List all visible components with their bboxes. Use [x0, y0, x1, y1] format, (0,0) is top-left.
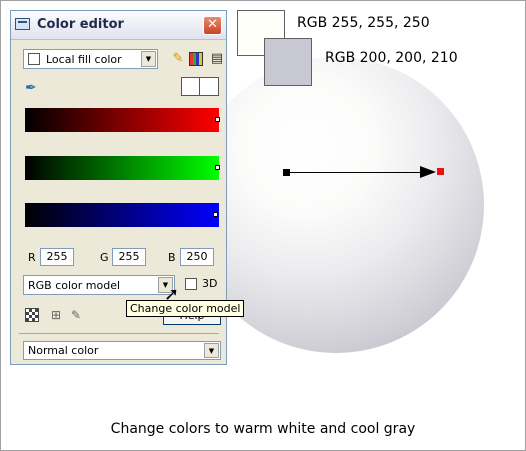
checker-icon[interactable]	[25, 308, 39, 322]
caption: Change colors to warm white and cool gra…	[110, 421, 416, 437]
blue-slider[interactable]	[25, 203, 219, 227]
fill-vector-line[interactable]	[287, 172, 422, 173]
chevron-down-icon[interactable]: ▼	[204, 343, 219, 358]
fill-end-handle[interactable]	[437, 168, 444, 175]
color-grid-icon[interactable]	[189, 52, 203, 66]
cool-gray-swatch	[264, 38, 312, 86]
fill-type-value: Local fill color	[46, 53, 122, 66]
b-input[interactable]: 250	[180, 248, 214, 266]
tooltip: Change color model	[126, 300, 245, 317]
color-editor-window: Color editor ✕ Local fill color ▼ ✎ ▤ ✒ …	[10, 10, 245, 365]
tag-icon[interactable]: ✎	[169, 50, 187, 68]
fill-start-handle[interactable]	[283, 169, 290, 176]
r-input[interactable]: 255	[40, 248, 74, 266]
b-label: B	[168, 251, 176, 264]
g-label: G	[100, 251, 109, 264]
close-button[interactable]: ✕	[203, 16, 222, 35]
panel-icon[interactable]: ▤	[208, 50, 226, 68]
add-color-icon[interactable]: ⊞	[49, 308, 63, 322]
green-slider-thumb[interactable]	[215, 165, 220, 170]
mouse-cursor-icon: ➚	[164, 284, 180, 305]
window-title: Color editor	[37, 17, 124, 32]
color-model-dropdown[interactable]: RGB color model ▼	[23, 275, 175, 295]
red-slider[interactable]	[25, 108, 220, 132]
color-type-dropdown[interactable]: Normal color ▼	[23, 341, 221, 360]
blue-slider-thumb[interactable]	[213, 212, 218, 217]
color-model-value: RGB color model	[28, 279, 121, 292]
3d-label: 3D	[202, 277, 218, 290]
3d-checkbox[interactable]	[185, 278, 197, 290]
fill-type-dropdown[interactable]: Local fill color ▼	[23, 49, 158, 69]
divider	[19, 333, 219, 334]
color-link-icon[interactable]: ✎	[69, 308, 83, 322]
fill-color-preview	[28, 53, 40, 65]
r-label: R	[28, 251, 36, 264]
cool-gray-label: RGB 200, 200, 210	[325, 50, 458, 66]
eyedropper-icon[interactable]: ✒	[25, 79, 43, 97]
warm-white-label: RGB 255, 255, 250	[297, 15, 430, 31]
color-compare-swatch	[181, 77, 219, 96]
window-icon	[15, 18, 30, 30]
green-slider[interactable]	[25, 156, 220, 180]
g-input[interactable]: 255	[112, 248, 146, 266]
chevron-down-icon[interactable]: ▼	[141, 51, 156, 67]
title-bar[interactable]: Color editor ✕	[11, 11, 226, 40]
close-icon: ✕	[207, 17, 218, 32]
red-slider-thumb[interactable]	[215, 117, 220, 122]
color-type-value: Normal color	[28, 344, 99, 357]
fill-vector-arrowhead	[420, 166, 436, 178]
